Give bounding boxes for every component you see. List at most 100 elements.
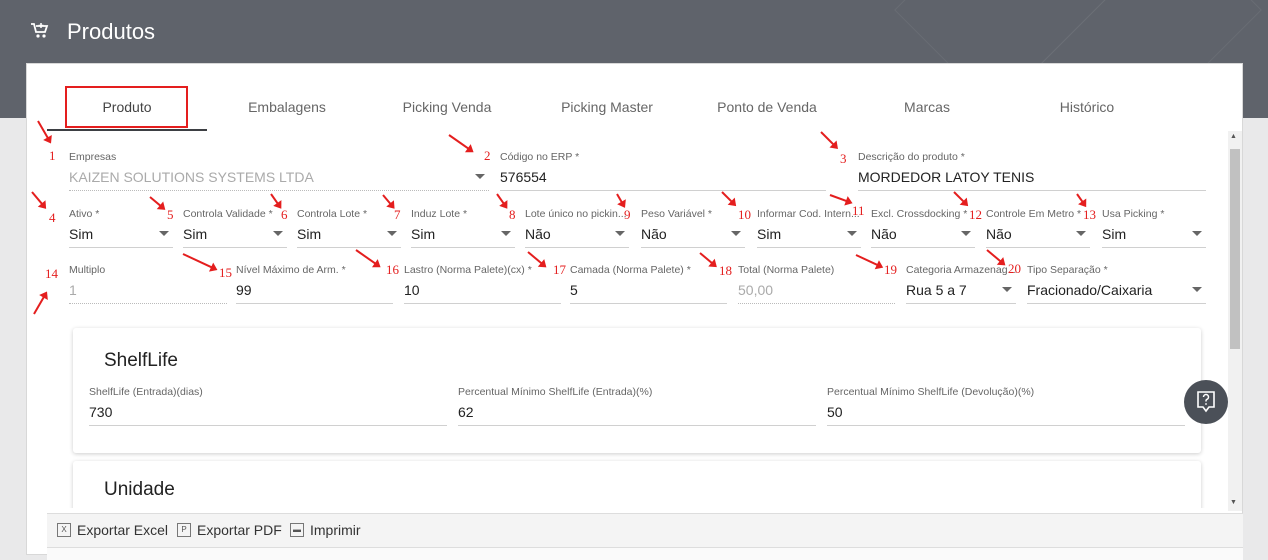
controle-metro-select[interactable]: Controle Em Metro * Não — [986, 208, 1090, 248]
chevron-down-icon — [501, 231, 511, 236]
field-value: Fracionado/Caixaria — [1027, 282, 1153, 298]
ativo-select[interactable]: Ativo * Sim — [69, 208, 173, 248]
field-value: KAIZEN SOLUTIONS SYSTEMS LTDA — [69, 169, 314, 185]
section-title: ShelfLife — [104, 350, 178, 371]
annotation-number: 3 — [840, 151, 847, 166]
field-value: MORDEDOR LATOY TENIS — [858, 169, 1035, 185]
induz-lote-select[interactable]: Induz Lote * Sim — [411, 208, 515, 248]
tab-highlight-box — [65, 86, 188, 128]
categoria-select[interactable]: Categoria Armazenag... Rua 5 a 7 — [906, 264, 1016, 304]
shelflife-min-devolucao-input[interactable]: Percentual Mínimo ShelfLife (Devolução)(… — [827, 386, 1185, 426]
tab-marcas[interactable]: Marcas — [847, 86, 1007, 131]
tab-historico[interactable]: Histórico — [1007, 86, 1167, 131]
tab-bar: Produto Embalagens Picking Venda Picking… — [27, 86, 1244, 131]
scrollbar[interactable]: ▲ ▼ — [1228, 131, 1242, 511]
controla-lote-select[interactable]: Controla Lote * Sim — [297, 208, 401, 248]
scroll-thumb[interactable] — [1230, 149, 1240, 349]
annotation-number: 10 — [738, 207, 751, 222]
field-value: Sim — [1102, 226, 1127, 242]
chevron-down-icon — [387, 231, 397, 236]
annotation-number: 16 — [386, 262, 399, 277]
export-pdf-button[interactable]: P Exportar PDF — [177, 522, 282, 538]
annotation-number: 17 — [553, 262, 566, 277]
chevron-down-icon — [1076, 231, 1086, 236]
usa-picking-select[interactable]: Usa Picking * Sim — [1102, 208, 1206, 248]
peso-variavel-select[interactable]: Peso Variável * Não — [641, 208, 745, 248]
excl-crossdocking-select[interactable]: Excl. Crossdocking * Não — [871, 208, 975, 248]
chevron-down-icon — [1192, 231, 1202, 236]
annotation-number: 15 — [219, 265, 232, 280]
table-header-strip — [47, 547, 1243, 560]
shelflife-section: ShelfLife ShelfLife (Entrada)(dias) 730 … — [73, 328, 1201, 453]
annotation-number: 6 — [281, 207, 288, 222]
field-value: Sim — [183, 226, 208, 242]
controla-validade-select[interactable]: Controla Validade * Sim — [183, 208, 287, 248]
total-input: Total (Norma Palete) 50,00 — [738, 264, 895, 304]
informar-cod-select[interactable]: Informar Cod. Intern... Sim — [757, 208, 861, 248]
field-label: Código no ERP * — [500, 151, 580, 163]
field-label: Lote único no pickin... — [525, 208, 627, 220]
chevron-down-icon — [731, 231, 741, 236]
cart-icon — [31, 23, 49, 38]
scroll-up-icon[interactable]: ▲ — [1230, 133, 1237, 140]
tab-picking-venda[interactable]: Picking Venda — [367, 86, 527, 131]
button-label: Exportar Excel — [77, 522, 169, 538]
field-label: Induz Lote * — [411, 208, 468, 220]
annotation-number: 4 — [49, 210, 56, 225]
field-value: 5 — [570, 282, 578, 298]
field-label: Camada (Norma Palete) * — [570, 264, 691, 276]
field-value: Sim — [757, 226, 782, 242]
tab-ponto-de-venda[interactable]: Ponto de Venda — [687, 86, 847, 131]
scroll-down-icon[interactable]: ▼ — [1230, 499, 1237, 506]
print-button[interactable]: ▬ Imprimir — [290, 522, 361, 538]
chevron-down-icon — [1192, 287, 1202, 292]
lote-unico-select[interactable]: Lote único no pickin... Não — [525, 208, 629, 248]
product-card: Produto Embalagens Picking Venda Picking… — [26, 63, 1243, 555]
empresas-select[interactable]: Empresas KAIZEN SOLUTIONS SYSTEMS LTDA — [69, 151, 489, 191]
export-excel-button[interactable]: X Exportar Excel — [57, 522, 168, 538]
excel-file-icon: X — [57, 523, 71, 537]
field-label: Controla Validade * — [183, 208, 273, 220]
field-value: 576554 — [500, 169, 547, 185]
camada-input[interactable]: Camada (Norma Palete) * 5 — [570, 264, 727, 304]
field-value: 99 — [236, 282, 252, 298]
field-label: Peso Variável * — [641, 208, 713, 220]
annotation-number: 5 — [167, 207, 174, 222]
field-value: 1 — [69, 282, 77, 298]
page-title: Produtos — [67, 19, 156, 44]
annotation-number: 1 — [49, 148, 56, 163]
codigo-erp-input[interactable]: Código no ERP * 576554 — [500, 151, 826, 191]
descricao-input[interactable]: Descrição do produto * MORDEDOR LATOY TE… — [858, 151, 1206, 191]
field-value: 730 — [89, 404, 113, 420]
annotation-number: 20 — [1008, 261, 1021, 276]
button-label: Imprimir — [310, 522, 361, 538]
tab-picking-master[interactable]: Picking Master — [527, 86, 687, 131]
annotation-number: 12 — [969, 207, 982, 222]
field-value: Não — [641, 226, 667, 242]
nivel-maximo-input[interactable]: Nível Máximo de Arm. * 99 — [236, 264, 393, 304]
multiplo-input[interactable]: Multiplo 1 — [69, 264, 227, 304]
help-button[interactable] — [1184, 380, 1228, 424]
annotation-number: 11 — [852, 203, 865, 218]
field-label: Informar Cod. Intern... — [757, 208, 860, 220]
chevron-down-icon — [615, 231, 625, 236]
shelflife-min-entrada-input[interactable]: Percentual Mínimo ShelfLife (Entrada)(%)… — [458, 386, 816, 426]
chevron-down-icon — [1002, 287, 1012, 292]
field-value: Não — [525, 226, 551, 242]
chevron-down-icon — [961, 231, 971, 236]
field-label: Usa Picking * — [1102, 208, 1165, 220]
field-label: Percentual Mínimo ShelfLife (Entrada)(%) — [458, 386, 653, 398]
annotation-number: 19 — [884, 262, 897, 277]
shelflife-entrada-input[interactable]: ShelfLife (Entrada)(dias) 730 — [89, 386, 447, 426]
field-label: Controla Lote * — [297, 208, 368, 220]
field-value: 50 — [827, 404, 843, 420]
tab-embalagens[interactable]: Embalagens — [207, 86, 367, 131]
field-label: Controle Em Metro * — [986, 208, 1082, 220]
field-label: Multiplo — [69, 264, 106, 276]
field-value: 10 — [404, 282, 420, 298]
section-title: Unidade — [104, 479, 175, 500]
lastro-input[interactable]: Lastro (Norma Palete)(cx) * 10 — [404, 264, 561, 304]
tipo-separacao-select[interactable]: Tipo Separação * Fracionado/Caixaria — [1027, 264, 1206, 304]
field-label: Empresas — [69, 151, 117, 163]
field-label: Descrição do produto * — [858, 151, 965, 163]
